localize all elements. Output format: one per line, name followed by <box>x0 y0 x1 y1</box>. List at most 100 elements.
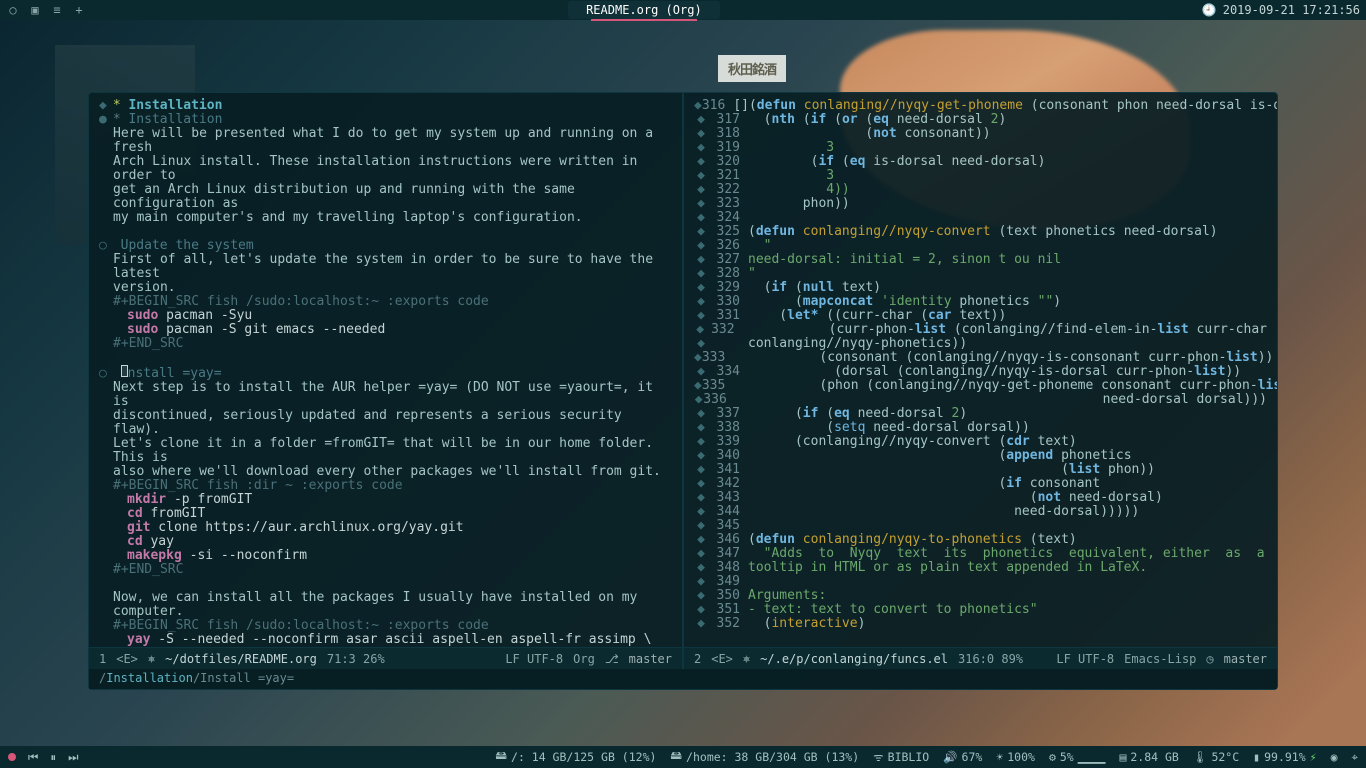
code-line: ◆316[](defun conlanging//nyqy-get-phonem… <box>694 99 1267 113</box>
org-icon: ⎈ <box>148 652 155 666</box>
paragraph: version. <box>99 281 672 295</box>
code-line: ◆329 (if (null text) <box>694 281 1267 295</box>
src-end: #+END_SRC <box>99 563 672 577</box>
modeline-left: 1 <E> ⎈ ~/dotfiles/README.org 71:3 26% L… <box>89 648 682 669</box>
code-line: ◆328" <box>694 267 1267 281</box>
code-line: ◆333 (consonant (conlanging//nyqy-is-con… <box>694 351 1267 365</box>
cpu: 5% <box>1060 750 1074 764</box>
mode-lines: 1 <E> ⎈ ~/dotfiles/README.org 71:3 26% L… <box>89 647 1277 669</box>
paragraph: Now, we can install all the packages I u… <box>99 591 672 619</box>
code-line: ◆331 (let* ((curr-char (car text)) <box>694 309 1267 323</box>
disk-icon: 🖴 <box>495 748 507 767</box>
media-pause-icon[interactable]: ⏸ <box>50 750 56 765</box>
paragraph: also where we'll download every other pa… <box>99 465 672 479</box>
code-line: ◆352 (interactive) <box>694 617 1267 631</box>
code-line: ◆336 need-dorsal dorsal))) <box>694 393 1267 407</box>
paragraph: Next step is to install the AUR helper =… <box>99 381 672 409</box>
branch-icon: ◷ <box>1206 652 1213 666</box>
code-line: ◆344 need-dorsal))))) <box>694 505 1267 519</box>
buffer-path: ~/dotfiles/README.org <box>165 652 317 666</box>
paragraph: Here will be presented what I do to get … <box>99 127 672 155</box>
wifi-icon: ᯤ <box>873 750 884 765</box>
circle-icon[interactable]: ○ <box>6 3 20 17</box>
heading: Installation <box>128 98 222 113</box>
clock-icon: 🕘 <box>1202 3 1217 17</box>
volume: 67% <box>962 750 983 764</box>
layout-split-icon[interactable]: ≡ <box>50 3 64 17</box>
paragraph: First of all, let's update the system in… <box>99 253 672 281</box>
cmd: sudo <box>127 322 158 337</box>
emacs-frame[interactable]: ◆* Installation ●* Installation Here wil… <box>88 92 1278 690</box>
ram-icon: ▤ <box>1119 750 1126 764</box>
paragraph: get an Arch Linux distribution up and ru… <box>99 183 672 211</box>
code-line: ◆341 (list phon)) <box>694 463 1267 477</box>
datetime: 2019-09-21 17:21:56 <box>1223 3 1360 17</box>
code-line: ◆345 <box>694 519 1267 533</box>
heading: Update the system <box>121 238 254 253</box>
paragraph: my main computer's and my travelling lap… <box>99 211 672 225</box>
code-line: ◆334 (dorsal (conlanging//nyqy-is-dorsal… <box>694 365 1267 379</box>
code-line: ◆349 <box>694 575 1267 589</box>
code-line: ◆335 (phon (conlanging//nyqy-get-phoneme… <box>694 379 1267 393</box>
paragraph: Arch Linux install. These installation i… <box>99 155 672 183</box>
disk-icon: 🖴 <box>670 748 682 767</box>
code-line: ◆332 (curr-phon-list (conlanging//find-e… <box>694 323 1267 337</box>
code-line: ◆320 (if (eq is-dorsal need-dorsal) <box>694 155 1267 169</box>
code-line: ◆338 (setq need-dorsal dorsal)) <box>694 421 1267 435</box>
cmd: sudo <box>127 308 158 323</box>
temperature: 52°C <box>1211 750 1239 764</box>
code-line: ◆351- text: text to convert to phonetics… <box>694 603 1267 617</box>
heading: Installation <box>128 112 222 127</box>
location-icon[interactable]: ⌖ <box>1352 750 1358 765</box>
src-begin: #+BEGIN_SRC fish :dir ~ :exports code <box>99 479 672 493</box>
code-line: ◆325(defun conlanging//nyqy-convert (tex… <box>694 225 1267 239</box>
cursor <box>121 365 128 377</box>
code-line: ◆326 " <box>694 239 1267 253</box>
code-line: ◆343 (not need-dorsal) <box>694 491 1267 505</box>
i3-bar-bottom: ⏮ ⏸ ⏭ 🖴/: 14 GB/125 GB (12%) 🖴/home: 38 … <box>0 746 1366 768</box>
media-next-icon[interactable]: ⏭ <box>68 750 78 765</box>
code-line: ◆conlanging//nyqy-phonetics)) <box>694 337 1267 351</box>
paragraph: discontinued, seriously updated and repr… <box>99 409 672 437</box>
modeline-right: 2 <E> ⎈ ~/.e/p/conlanging/funcs.el 316:0… <box>682 648 1277 669</box>
brightness-icon[interactable]: ☀ <box>996 750 1003 764</box>
cpu-icon: ⚙ <box>1049 750 1056 764</box>
heading: nstall =yay= <box>128 366 222 381</box>
code-line: ◆347 "Adds to Nyqy text its phonetics eq… <box>694 547 1267 561</box>
code-line: ◆317 (nth (if (or (eq need-dorsal 2) <box>694 113 1267 127</box>
code-line: ◆323 phon)) <box>694 197 1267 211</box>
brightness: 100% <box>1007 750 1035 764</box>
plus-icon[interactable]: + <box>72 3 86 17</box>
layout-tab-icon[interactable]: ▣ <box>28 3 42 17</box>
buffer-path: ~/.e/p/conlanging/funcs.el <box>760 652 948 666</box>
branch-icon: ⎇ <box>605 652 619 666</box>
charging-icon: ⚡ <box>1310 750 1317 764</box>
elisp-icon: ⎈ <box>743 652 750 666</box>
code-line: ◆340 (append phonetics <box>694 449 1267 463</box>
code-line: ◆321 3 <box>694 169 1267 183</box>
code-line: ◆348tooltip in HTML or as plain text app… <box>694 561 1267 575</box>
media-prev-icon[interactable]: ⏮ <box>28 750 38 765</box>
src-begin: #+BEGIN_SRC fish /sudo:localhost:~ :expo… <box>99 295 672 309</box>
code-line: ◆346(defun conlanging/nyqy-to-phonetics … <box>694 533 1267 547</box>
code-line: ◆350Arguments: <box>694 589 1267 603</box>
battery-icon: ▮ <box>1253 750 1260 764</box>
cursor-pos: 316:0 89% <box>958 652 1023 666</box>
ram: 2.84 GB <box>1130 750 1178 764</box>
code-line: ◆322 4)) <box>694 183 1267 197</box>
i3-bar-top: ○ ▣ ≡ + README.org (Org) 🕘 2019-09-21 17… <box>0 0 1366 20</box>
breadcrumb: /Installation/Install =yay= <box>89 669 1277 689</box>
volume-icon[interactable]: 🔊 <box>943 750 957 764</box>
workspace-indicator[interactable] <box>8 753 16 761</box>
window-right[interactable]: ◆316[](defun conlanging//nyqy-get-phonem… <box>684 93 1277 647</box>
code-line: ◆337 (if (eq need-dorsal 2) <box>694 407 1267 421</box>
src-begin: #+BEGIN_SRC fish /sudo:localhost:~ :expo… <box>99 619 672 633</box>
code-line: ◆319 3 <box>694 141 1267 155</box>
window-left[interactable]: ◆* Installation ●* Installation Here wil… <box>89 93 684 647</box>
wifi-ssid: BIBLIO <box>888 750 930 764</box>
window-title: README.org (Org) <box>568 1 720 19</box>
code-line: ◆339 (conlanging//nyqy-convert (cdr text… <box>694 435 1267 449</box>
cpu-bars: ▁▁▁▁ <box>1078 750 1106 764</box>
discord-icon[interactable]: ◉ <box>1331 750 1338 764</box>
code-line: ◆324 <box>694 211 1267 225</box>
